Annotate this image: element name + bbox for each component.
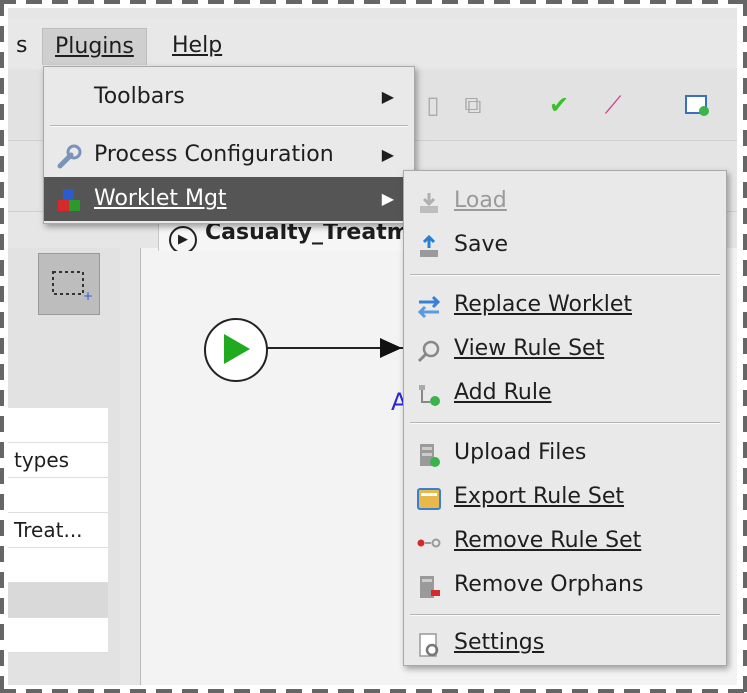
menu-item-save[interactable]: Save [404, 223, 726, 267]
menu-separator [410, 614, 720, 616]
replace-worklet-icon [416, 292, 442, 319]
remove-orphans-icon [416, 572, 442, 598]
menu-item-label: Export Rule Set [454, 484, 625, 509]
menu-item-label: Process Configuration [94, 142, 334, 167]
upload-files-icon [416, 440, 442, 467]
list-item[interactable]: types [8, 443, 108, 478]
menu-item-settings[interactable]: Settings [404, 621, 726, 665]
dashed-border-bottom [0, 689, 747, 693]
list-item[interactable] [8, 583, 108, 618]
export-rule-set-icon [416, 484, 442, 510]
menu-bar: s Plugins Help [8, 18, 737, 68]
worklet-mgt-submenu: Load Save Replace Worklet View Rule Set [403, 170, 727, 666]
worklet-blocks-icon [56, 186, 82, 212]
settings-icon [416, 630, 442, 657]
load-icon [416, 188, 442, 214]
copy-icon[interactable]: ⧉ [460, 92, 486, 118]
marquee-select-button[interactable]: + [38, 253, 100, 315]
menu-item-label: Toolbars [94, 84, 185, 109]
submenu-arrow-icon: ▶ [381, 87, 394, 106]
menu-help[interactable]: Help [160, 28, 234, 64]
analyse-icon[interactable]: ⟋ [600, 92, 626, 118]
menu-item-label: Settings [454, 630, 545, 655]
dashed-border-top [0, 0, 747, 4]
menu-item-label: View Rule Set [454, 336, 605, 361]
menu-item-view-rule-set[interactable]: View Rule Set [404, 327, 726, 371]
menu-item-add-rule[interactable]: Add Rule [404, 371, 726, 415]
list-item[interactable]: Treat... [8, 513, 108, 548]
menu-separator [410, 274, 720, 276]
list-item[interactable] [8, 618, 108, 653]
menu-item-upload-files[interactable]: Upload Files [404, 431, 726, 475]
remove-rule-set-icon [416, 528, 442, 554]
validate-check-icon[interactable]: ✔ [546, 92, 572, 118]
menu-item-label: Remove Orphans [454, 572, 644, 597]
menu-plugins[interactable]: Plugins [42, 28, 147, 65]
menu-separator [410, 422, 720, 424]
menu-item-label: Remove Rule Set [454, 528, 642, 553]
submenu-arrow-icon: ▶ [381, 189, 394, 208]
menu-item-label: Replace Worklet [454, 292, 632, 317]
menu-item-process-configuration[interactable]: Process Configuration ▶ [44, 133, 414, 177]
flow-arrowhead [380, 338, 402, 358]
wrench-icon [56, 142, 82, 169]
dashed-border-right [743, 0, 747, 693]
submenu-arrow-icon: ▶ [381, 145, 394, 164]
doc-icon[interactable]: ▯ [420, 92, 446, 118]
left-list: types Treat... [8, 408, 108, 653]
menu-item-label: Load [454, 188, 507, 213]
view-rule-set-icon [416, 336, 442, 363]
add-rule-icon [416, 380, 442, 406]
app-window: s Plugins Help ▯ ⧉ ✔ ⟋ + types Treat... … [8, 8, 737, 685]
menu-item-export-rule-set[interactable]: Export Rule Set [404, 475, 726, 519]
save-icon [416, 232, 442, 258]
menu-item-remove-orphans[interactable]: Remove Orphans [404, 563, 726, 607]
menu-truncated[interactable]: s [8, 28, 39, 64]
menu-help-label: Help [172, 33, 223, 58]
list-item[interactable] [8, 478, 108, 513]
marquee-icon: + [52, 271, 93, 303]
menu-plugins-label: Plugins [55, 34, 134, 59]
menu-item-label: Upload Files [454, 440, 587, 465]
menu-item-label: Save [454, 232, 509, 257]
menu-item-replace-worklet[interactable]: Replace Worklet [404, 283, 726, 327]
list-item[interactable] [8, 408, 108, 443]
play-circle-icon: ▶ [169, 226, 197, 251]
menu-separator [50, 125, 408, 127]
menu-item-label: Add Rule [454, 380, 552, 405]
list-item[interactable] [8, 548, 108, 583]
new-net-icon[interactable] [684, 92, 710, 118]
menu-item-worklet-mgt[interactable]: Worklet Mgt ▶ [44, 177, 414, 221]
menu-item-load[interactable]: Load [404, 179, 726, 223]
plugins-menu: Toolbars ▶ Process Configuration ▶ Workl… [43, 66, 415, 224]
start-play-icon [224, 334, 250, 364]
dashed-border-left [0, 0, 4, 693]
start-condition-node[interactable] [204, 318, 268, 382]
menu-item-toolbars[interactable]: Toolbars ▶ [44, 75, 414, 119]
svg-text:+: + [83, 289, 93, 303]
menu-item-remove-rule-set[interactable]: Remove Rule Set [404, 519, 726, 563]
menu-item-label: Worklet Mgt [94, 186, 227, 211]
